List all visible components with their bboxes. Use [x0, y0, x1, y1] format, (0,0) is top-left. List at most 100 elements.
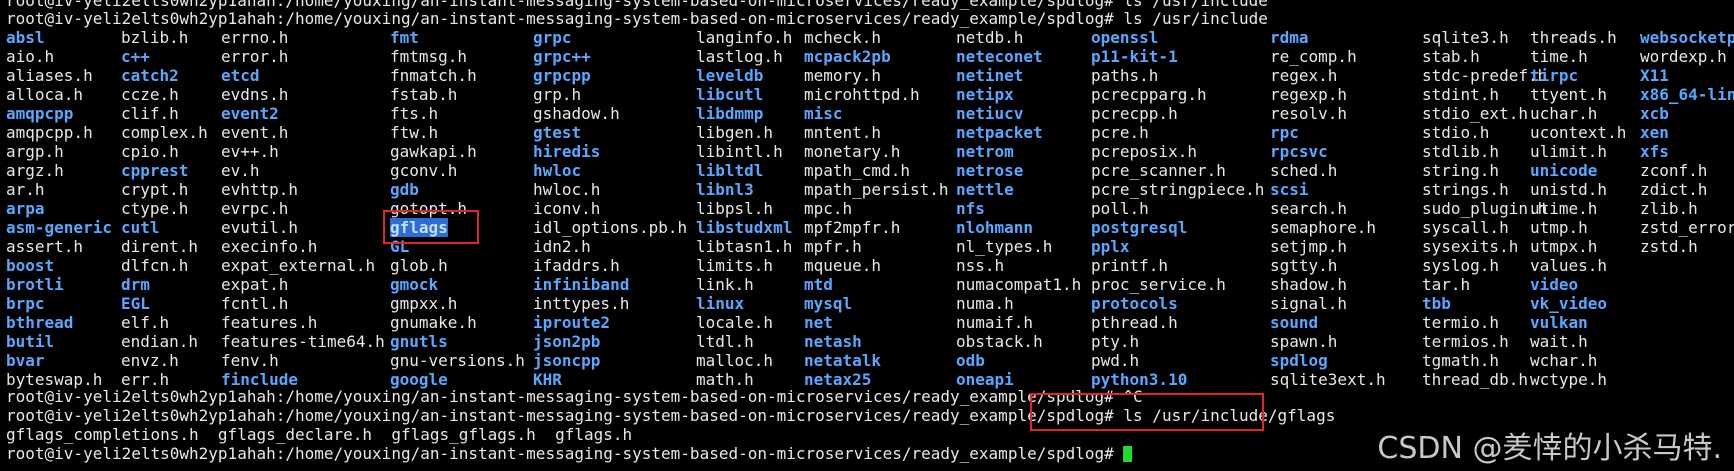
listing-entry: bthread [6, 313, 74, 332]
listing-entry: etcd [221, 66, 260, 85]
listing-entry: execinfo.h [221, 237, 318, 256]
listing-entry: paths.h [1091, 66, 1159, 85]
listing-entry: linux [696, 294, 745, 313]
listing-entry: absl [6, 28, 45, 47]
listing-entry: fnmatch.h [390, 66, 477, 85]
gflags-highlight-box [383, 210, 479, 244]
listing-entry: gshadow.h [533, 104, 620, 123]
listing-entry: obstack.h [956, 332, 1043, 351]
listing-entry: fenv.h [221, 351, 279, 370]
listing-entry: netpacket [956, 123, 1043, 142]
listing-entry: scsi [1270, 180, 1309, 199]
listing-entry: crypt.h [121, 180, 189, 199]
listing-entry: mpf2mpfr.h [804, 218, 901, 237]
listing-entry: tar.h [1422, 275, 1471, 294]
listing-entry: stdlib.h [1422, 142, 1500, 161]
listing-entry: sqlite3.h [1422, 28, 1509, 47]
listing-entry: neteconet [956, 47, 1043, 66]
listing-entry: amqpcpp [6, 104, 74, 123]
listing-entry: alloca.h [6, 85, 84, 104]
listing-entry: gnutls [390, 332, 448, 351]
prompt-line-current[interactable]: root@iv-yeli2elts0wh2yp1ahah:/home/youxi… [6, 444, 1133, 463]
listing-entry: pcreposix.h [1091, 142, 1197, 161]
listing-entry: postgresql [1091, 218, 1188, 237]
listing-entry: strings.h [1422, 180, 1509, 199]
listing-entry: netrose [956, 161, 1024, 180]
listing-entry: net [804, 313, 833, 332]
listing-entry: features-time64.h [221, 332, 385, 351]
listing-entry: libnl3 [696, 180, 754, 199]
listing-entry: openssl [1091, 28, 1159, 47]
listing-entry: fmt [390, 28, 419, 47]
listing-entry: json2pb [533, 332, 601, 351]
listing-entry: netinet [956, 66, 1024, 85]
listing-entry: boost [6, 256, 55, 275]
listing-entry: butil [6, 332, 55, 351]
listing-entry: unistd.h [1530, 180, 1608, 199]
listing-entry: stdint.h [1422, 85, 1500, 104]
listing-entry: stdc-predef.h [1422, 66, 1548, 85]
watermark: CSDN @羑悻的小杀马特. [1377, 431, 1722, 466]
terminal-window[interactable]: { "prompt_top_partial": "root@iv-yeli2el… [0, 0, 1734, 471]
listing-entry: assert.h [6, 237, 84, 256]
listing-entry: gnu-versions.h [390, 351, 525, 370]
listing-entry: evutil.h [221, 218, 299, 237]
listing-entry: values.h [1530, 256, 1608, 275]
listing-entry: aliases.h [6, 66, 93, 85]
listing-entry: bzlib.h [121, 28, 189, 47]
listing-entry: evrpc.h [221, 199, 289, 218]
listing-entry: setjmp.h [1270, 237, 1348, 256]
listing-entry: lastlog.h [696, 47, 783, 66]
listing-entry: zconf.h [1640, 161, 1708, 180]
listing-entry: wordexp.h [1640, 47, 1727, 66]
listing-entry: utmp.h [1530, 218, 1588, 237]
listing-entry: numacompat1.h [956, 275, 1082, 294]
listing-entry: fmtmsg.h [390, 47, 468, 66]
listing-entry: x86_64-linux-gnu [1640, 85, 1734, 104]
listing-entry: sysexits.h [1422, 237, 1519, 256]
listing-entry: zdict.h [1640, 180, 1708, 199]
listing-entry: jsoncpp [533, 351, 601, 370]
listing-entry: sgtty.h [1270, 256, 1338, 275]
listing-entry: netatalk [804, 351, 882, 370]
listing-entry: X11 [1640, 66, 1669, 85]
listing-entry: gdb [390, 180, 419, 199]
listing-entry: sudo_plugin.h [1422, 199, 1548, 218]
listing-entry: wctype.h [1530, 370, 1608, 389]
listing-entry: mpath_cmd.h [804, 161, 910, 180]
listing-entry: infiniband [533, 275, 630, 294]
listing-entry: evdns.h [221, 85, 289, 104]
terminal-cursor [1123, 446, 1133, 462]
listing-entry: tgmath.h [1422, 351, 1500, 370]
listing-entry: link.h [696, 275, 754, 294]
listing-entry: aio.h [6, 47, 55, 66]
listing-entry: vk_video [1530, 294, 1608, 313]
listing-entry: mcpack2pb [804, 47, 891, 66]
listing-entry: libpsl.h [696, 199, 774, 218]
listing-entry: pwd.h [1091, 351, 1140, 370]
listing-entry: xen [1640, 123, 1669, 142]
listing-entry: gnumake.h [390, 313, 477, 332]
listing-entry: pcre_scanner.h [1091, 161, 1226, 180]
listing-entry: fcntl.h [221, 294, 289, 313]
listing-entry: sound [1270, 313, 1319, 332]
listing-entry: iconv.h [533, 199, 601, 218]
listing-entry: expat_external.h [221, 256, 376, 275]
listing-entry: fts.h [390, 104, 439, 123]
listing-entry: endian.h [121, 332, 199, 351]
listing-entry: mpfr.h [804, 237, 862, 256]
listing-entry: libdmmp [696, 104, 764, 123]
listing-entry: netdb.h [956, 28, 1024, 47]
listing-entry: regexp.h [1270, 85, 1348, 104]
listing-entry: zlib.h [1640, 199, 1698, 218]
listing-entry: ttyent.h [1530, 85, 1608, 104]
listing-entry: ltdl.h [696, 332, 754, 351]
listing-entry: monetary.h [804, 142, 901, 161]
listing-entry: zstd.h [1640, 237, 1698, 256]
listing-entry: pcrecpp.h [1091, 104, 1178, 123]
listing-entry: odb [956, 351, 985, 370]
listing-entry: stab.h [1422, 47, 1480, 66]
listing-entry: event.h [221, 123, 289, 142]
listing-entry: mcheck.h [804, 28, 882, 47]
listing-entry: complex.h [121, 123, 208, 142]
